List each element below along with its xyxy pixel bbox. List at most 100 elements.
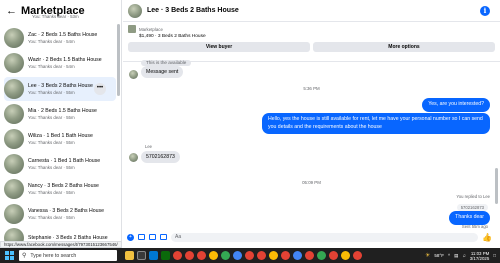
conversation-name: Mia · 2 Beds 1.5 Baths House <box>28 108 97 114</box>
conversation-item[interactable]: Wiliza · 1 Bed 1 Bath House You: Thanks … <box>4 127 116 151</box>
sticker-icon[interactable] <box>149 234 156 240</box>
conversation-item[interactable]: Mia · 2 Beds 1.5 Baths House You: Thanks… <box>4 102 116 126</box>
avatar <box>4 53 24 73</box>
listing-thumbnail[interactable] <box>128 25 136 33</box>
conversation-item[interactable]: Vanessa · 3 Beds 2 Baths House You: Than… <box>4 202 116 226</box>
chrome-icon[interactable] <box>233 251 242 260</box>
camera-icon[interactable] <box>138 234 145 240</box>
message-bubble-outgoing: Hello, yes the house is still available … <box>262 113 490 135</box>
file-explorer-icon[interactable] <box>125 251 134 260</box>
chrome-icon[interactable] <box>317 251 326 260</box>
edge-icon[interactable] <box>149 251 158 260</box>
chrome-icon[interactable] <box>245 251 254 260</box>
conversation-name: Lee · 3 Beds 2 Baths House <box>28 83 93 89</box>
chrome-icon[interactable] <box>197 251 206 260</box>
plus-icon[interactable]: + <box>127 233 134 241</box>
status-url: https://www.facebook.com/messages/t/7973… <box>0 241 122 248</box>
clock-date: 3/17/2025 <box>469 255 490 261</box>
avatar <box>4 154 24 174</box>
conversation-name: Nancy · 3 Beds 2 Baths House <box>28 183 99 189</box>
conversation-item[interactable]: Nancy · 3 Beds 2 Baths House You: Thanks… <box>4 177 116 201</box>
network-icon[interactable]: ▤ <box>454 253 458 259</box>
conversation-name: Carnesta · 1 Bed 1 Bath House <box>28 158 101 164</box>
taskbar-search[interactable]: ⚲ Type here to search <box>19 250 117 261</box>
message-bubble-outgoing: Yes, are you interested? <box>422 98 490 112</box>
chat-scrollbar[interactable] <box>495 168 498 204</box>
chrome-icon[interactable] <box>257 251 266 260</box>
chrome-icon[interactable] <box>293 251 302 260</box>
avatar <box>129 153 138 162</box>
volume-icon[interactable]: ♫ <box>462 253 465 258</box>
avatar <box>129 70 138 79</box>
weather-icon[interactable]: ☀ <box>425 252 430 259</box>
notification-icon[interactable]: □ <box>493 253 496 258</box>
chrome-icon[interactable] <box>329 251 338 260</box>
chrome-icon[interactable] <box>173 251 182 260</box>
view-buyer-button[interactable]: View buyer <box>128 42 310 52</box>
chrome-icon[interactable] <box>269 251 278 260</box>
avatar <box>4 129 24 149</box>
conversation-name: Vanessa · 3 Beds 2 Baths House <box>28 208 105 214</box>
conversation-name: Wazir · 2 Beds 1.5 Baths House <box>28 57 102 63</box>
clock[interactable]: 11:03 PM 3/17/2025 <box>470 251 490 261</box>
listing-price: $1,490 · 3 Beds 2 Baths House <box>139 34 206 39</box>
sent-status: Sent 55m ago <box>461 224 488 229</box>
conversation-name: Zac · 2 Beds 1.5 Baths House <box>28 32 98 38</box>
more-options-icon[interactable]: ••• <box>94 83 106 95</box>
taskbar: ⚲ Type here to search ☀ 58°F ^ ▤ ♫ 11:03… <box>0 248 500 263</box>
chrome-icon[interactable] <box>341 251 350 260</box>
conversation-name: Wiliza · 1 Bed 1 Bath House <box>28 133 93 139</box>
timestamp: 05:09 PM <box>302 180 321 185</box>
conversation-snippet: You: Thanks dear · 54m <box>28 39 75 44</box>
conversation-snippet: You: Thanks dear · 55m <box>28 140 75 145</box>
chrome-icon[interactable] <box>209 251 218 260</box>
info-icon[interactable]: i <box>480 6 490 16</box>
avatar <box>4 104 24 124</box>
conversation-item[interactable]: Carnesta · 1 Bed 1 Bath House You: Thank… <box>4 152 116 176</box>
sender-name: Lee <box>145 144 152 149</box>
avatar <box>4 179 24 199</box>
sidebar-scrollbar[interactable] <box>117 24 120 96</box>
task-view-icon[interactable] <box>137 251 146 260</box>
avatar <box>4 79 24 99</box>
conversation-snippet: You: Thanks dear · 55m <box>28 165 75 170</box>
app-icon[interactable] <box>161 251 170 260</box>
system-tray: ☀ 58°F ^ ▤ ♫ 11:03 PM 3/17/2025 □ <box>425 248 496 263</box>
conversation-item[interactable]: Zac · 2 Beds 1.5 Baths House You: Thanks… <box>4 26 116 50</box>
chevron-up-icon[interactable]: ^ <box>448 253 450 258</box>
taskbar-search-placeholder: Type here to search <box>30 252 77 259</box>
avatar[interactable] <box>128 3 142 18</box>
conversation-snippet: You: Thanks dear · 55m <box>28 215 75 220</box>
chrome-icon[interactable] <box>185 251 194 260</box>
clock-time: 11:03 PM <box>470 250 490 256</box>
conversation-sidebar: ← Marketplace You: Thanks dear · 53m Zac… <box>0 0 122 243</box>
listing-card: Marketplace $1,490 · 3 Beds 2 Baths Hous… <box>123 22 500 62</box>
conversation-item-partial[interactable]: You: Thanks dear · 53m <box>4 10 116 22</box>
gif-icon[interactable] <box>160 234 167 240</box>
message-composer: + Aa 👍 <box>123 231 500 243</box>
weather-temp[interactable]: 58°F <box>434 253 444 258</box>
chat-header: Lee · 3 Beds 2 Baths House i <box>123 0 500 22</box>
conversation-item[interactable]: Wazir · 2 Beds 1.5 Baths House You: Than… <box>4 51 116 75</box>
message-bubble-outgoing: Thanks dear <box>449 211 490 225</box>
quoted-message: 5702162873 <box>456 204 488 211</box>
message-list: This is the available Message sent 5:36 … <box>123 60 500 231</box>
message-bubble-incoming: Message sent <box>141 66 184 78</box>
message-bubble-incoming: 5702162873 <box>141 151 180 163</box>
chrome-icon[interactable] <box>281 251 290 260</box>
windows-start-icon[interactable] <box>5 251 14 260</box>
avatar <box>4 204 24 224</box>
chat-title[interactable]: Lee · 3 Beds 2 Baths House <box>147 7 239 14</box>
conversation-snippet: You: Thanks dear · 55m <box>28 90 75 95</box>
chrome-icon[interactable] <box>305 251 314 260</box>
message-input[interactable]: Aa <box>171 232 479 242</box>
chrome-icon[interactable] <box>353 251 362 260</box>
chrome-icon[interactable] <box>221 251 230 260</box>
conversation-snippet: You: Thanks dear · 54m <box>28 64 75 69</box>
more-options-button[interactable]: More options <box>313 42 495 52</box>
conversation-item-active[interactable]: Lee · 3 Beds 2 Baths House You: Thanks d… <box>4 77 116 101</box>
search-icon: ⚲ <box>22 253 27 259</box>
like-icon[interactable]: 👍 <box>482 233 492 242</box>
listing-category: Marketplace <box>139 26 163 32</box>
reply-indicator: You replied to Lee <box>456 194 490 199</box>
